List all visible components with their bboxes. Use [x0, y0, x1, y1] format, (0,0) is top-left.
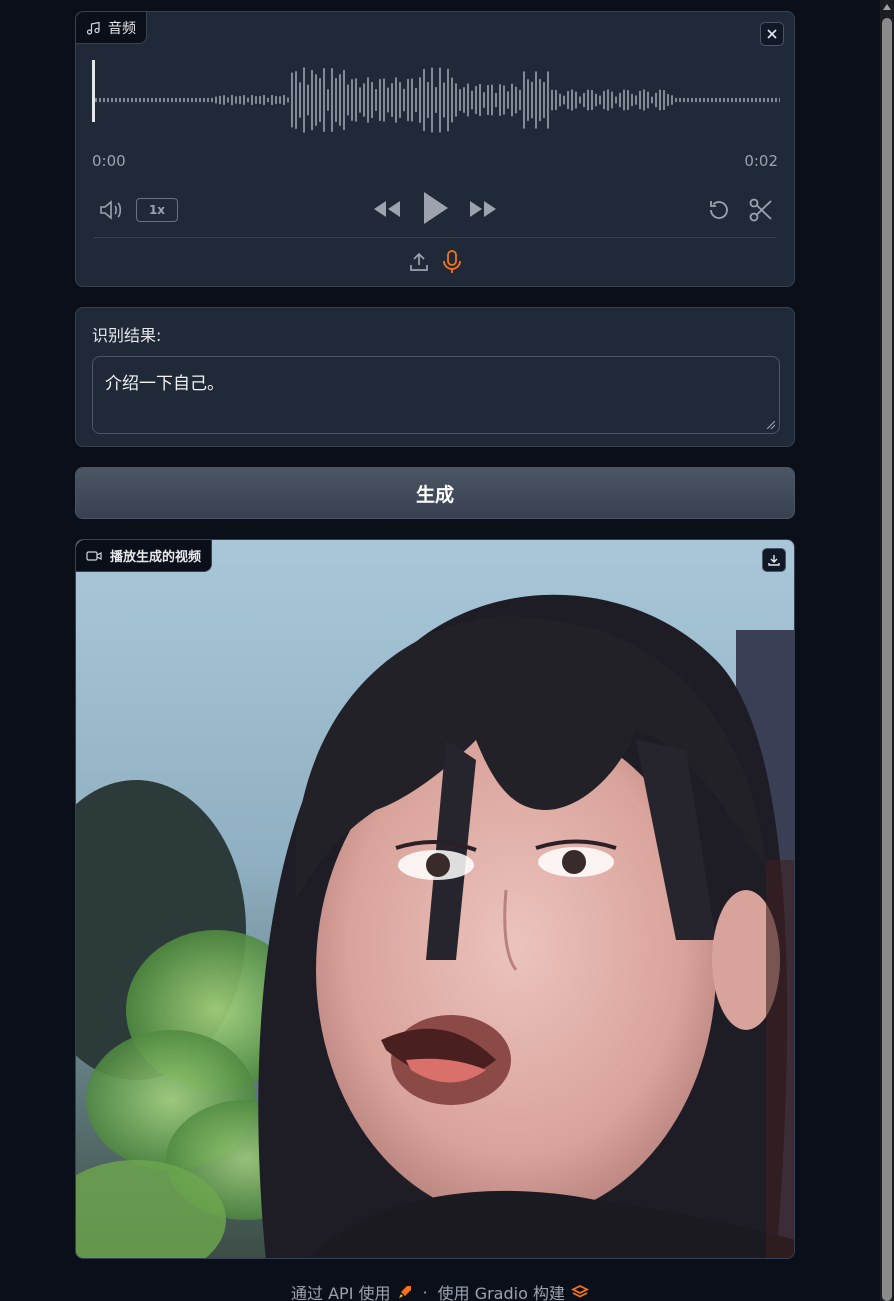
audio-label-text: 音频 [108, 20, 136, 37]
scissors-icon[interactable] [748, 197, 774, 223]
gradio-logo-icon [570, 1284, 589, 1298]
undo-icon[interactable] [706, 197, 732, 223]
rocket-icon [398, 1286, 411, 1298]
footer: 通过 API 使用 · 使用 Gradio 构建 [0, 1280, 880, 1301]
resize-handle-icon[interactable] [767, 421, 775, 429]
video-icon [86, 550, 102, 561]
recognition-result-textarea[interactable]: 介绍一下自己。 [92, 356, 780, 434]
api-link-text: 通过 API 使用 [291, 1284, 391, 1301]
total-duration: 0:02 [744, 152, 778, 170]
download-video-button[interactable] [762, 548, 786, 572]
video-label-text: 播放生成的视频 [110, 550, 202, 565]
generated-video-player[interactable] [76, 540, 795, 1259]
controls-divider [94, 237, 776, 238]
rewind-icon[interactable] [372, 198, 402, 220]
close-icon [767, 29, 777, 39]
audio-controls: 1x [92, 184, 778, 236]
clear-audio-button[interactable] [760, 22, 784, 46]
playback-speed-button[interactable]: 1x [136, 198, 178, 222]
audio-waveform[interactable] [92, 60, 780, 140]
gradio-link-text: 使用 Gradio 构建 [437, 1284, 565, 1301]
video-label: 播放生成的视频 [76, 540, 213, 572]
current-time: 0:00 [92, 152, 126, 170]
scrollbar-thumb[interactable] [882, 18, 892, 1301]
recognition-result-label: 识别结果: [92, 326, 162, 345]
audio-label: 音频 [76, 12, 147, 44]
download-icon [768, 555, 780, 566]
gradio-link[interactable]: 使用 Gradio 构建 [438, 1280, 589, 1301]
api-link[interactable]: 通过 API 使用 [291, 1280, 413, 1301]
footer-separator: · [422, 1282, 428, 1301]
volume-icon[interactable] [98, 198, 126, 222]
microphone-icon[interactable] [441, 249, 463, 275]
music-icon [86, 21, 100, 35]
playhead-cursor[interactable] [92, 60, 95, 122]
recognition-result-panel: 识别结果: 介绍一下自己。 [75, 307, 795, 447]
recognition-result-text: 介绍一下自己。 [105, 374, 224, 394]
fast-forward-icon[interactable] [468, 198, 498, 220]
scroll-up-arrow-icon[interactable] [883, 4, 891, 10]
generate-button[interactable]: 生成 [75, 467, 795, 519]
play-icon[interactable] [420, 190, 450, 226]
generated-video-panel: 播放生成的视频 [75, 539, 795, 1259]
upload-icon[interactable] [408, 251, 430, 273]
page-scrollbar[interactable] [880, 0, 894, 1301]
audio-panel: 音频 0:00 0:02 1x [75, 11, 795, 287]
